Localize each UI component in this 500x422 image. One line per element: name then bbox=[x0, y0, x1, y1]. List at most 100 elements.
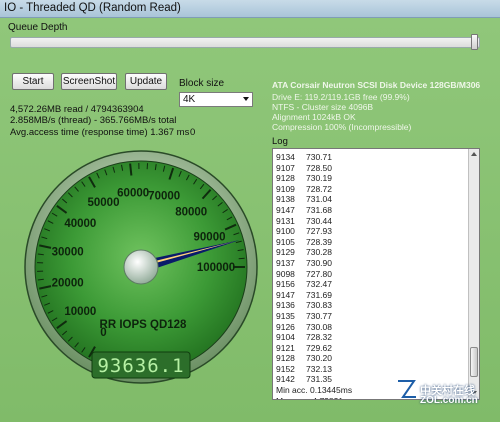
log-line-rate: 731.69 bbox=[306, 289, 332, 300]
zol-logo-icon bbox=[398, 379, 418, 399]
log-line-rate: 731.68 bbox=[306, 204, 332, 215]
drive-alignment: Alignment 1024kB OK bbox=[272, 112, 356, 122]
log-line-rate: 728.39 bbox=[306, 236, 332, 247]
log-line-rate: 730.20 bbox=[306, 353, 332, 364]
log-line-count: 9129 bbox=[276, 247, 295, 258]
log-line-count: 9100 bbox=[276, 226, 295, 237]
gauge-tick-label: 30000 bbox=[52, 246, 84, 258]
log-line: 9134 730.71 bbox=[276, 152, 466, 163]
gauge-tick-label: 40000 bbox=[64, 218, 96, 230]
title-bar: IO - Threaded QD (Random Read) bbox=[0, 0, 500, 18]
log-line-rate: 732.13 bbox=[306, 363, 332, 374]
drive-name: ATA Corsair Neutron SCSI Disk Device 128… bbox=[272, 80, 481, 90]
log-line: 9104 728.32 bbox=[276, 332, 466, 343]
gauge-tick-label: 90000 bbox=[194, 231, 226, 243]
gauge-hub bbox=[123, 249, 159, 285]
log-line-rate: 730.08 bbox=[306, 321, 332, 332]
gauge-tick-label: 20000 bbox=[52, 278, 84, 290]
log-line-count: 9128 bbox=[276, 353, 295, 364]
queue-depth-label: Queue Depth bbox=[8, 22, 68, 33]
log-line-count: 9131 bbox=[276, 215, 295, 226]
update-button[interactable]: Update bbox=[125, 73, 167, 90]
log-line: 9137 730.90 bbox=[276, 258, 466, 269]
log-line-rate: 729.62 bbox=[306, 342, 332, 353]
log-line-count: 9137 bbox=[276, 257, 295, 268]
log-line: 9100 727.93 bbox=[276, 226, 466, 237]
log-scrollbar[interactable] bbox=[468, 149, 479, 399]
log-line-rate: 730.19 bbox=[306, 173, 332, 184]
log-line-count: 9156 bbox=[276, 279, 295, 290]
log-line-count: 9134 bbox=[276, 152, 295, 162]
log-line: 9107 728.50 bbox=[276, 163, 466, 174]
log-line: 9147 731.69 bbox=[276, 290, 466, 301]
drive-free: Drive E: 119.2/119.1GB free (99.9%) bbox=[272, 92, 410, 102]
log-line-count: 9104 bbox=[276, 332, 295, 343]
log-line-rate: 727.93 bbox=[306, 226, 332, 237]
log-line-count: 9126 bbox=[276, 321, 295, 332]
log-line: 9105 728.39 bbox=[276, 237, 466, 248]
log-line: 9121 729.62 bbox=[276, 343, 466, 354]
log-line: 9135 730.77 bbox=[276, 311, 466, 322]
log-line: 9109 728.72 bbox=[276, 184, 466, 195]
iops-gauge: 0100002000030000400005000060000 700008000… bbox=[24, 150, 258, 384]
log-line-count: 9152 bbox=[276, 363, 295, 374]
log-line-count: 9098 bbox=[276, 268, 295, 279]
gauge-tick-label: 100000 bbox=[197, 262, 235, 274]
block-size-label: Block size bbox=[179, 78, 225, 89]
log-line: 9131 730.44 bbox=[276, 216, 466, 227]
log-scroll-thumb[interactable] bbox=[470, 347, 478, 377]
log-line-rate: 731.35 bbox=[306, 374, 332, 385]
log-line: 9126 730.08 bbox=[276, 322, 466, 333]
gauge-label: RR IOPS QD128 bbox=[100, 319, 188, 331]
queue-depth-slider[interactable] bbox=[10, 37, 480, 48]
read-stat: 4,572.26MB read / 4794363904 bbox=[10, 104, 144, 115]
log-line-rate: 730.90 bbox=[306, 257, 332, 268]
log-line: 9138 731.04 bbox=[276, 194, 466, 205]
log-line-count: 9105 bbox=[276, 236, 295, 247]
gauge-tick-label: 10000 bbox=[64, 306, 96, 318]
log-line-count: 9138 bbox=[276, 194, 295, 205]
log-line-count: 9107 bbox=[276, 162, 295, 173]
gauge-readout: 93636.1 bbox=[97, 355, 184, 377]
log-line-rate: 727.80 bbox=[306, 268, 332, 279]
log-line-count: 9142 bbox=[276, 374, 295, 385]
log-line: 9098 727.80 bbox=[276, 269, 466, 280]
gauge-tick-label: 80000 bbox=[175, 206, 207, 218]
log-line-rate: 732.47 bbox=[306, 279, 332, 290]
drive-cluster: NTFS - Cluster size 4096B bbox=[272, 102, 374, 112]
log-line: 9147 731.68 bbox=[276, 205, 466, 216]
chevron-down-icon bbox=[243, 97, 249, 101]
log-line-rate: 730.77 bbox=[306, 310, 332, 321]
log-lines: 9134 730.71 9107 728.50 9128 730.19 9109 728.72… bbox=[276, 152, 466, 399]
log-label: Log bbox=[272, 136, 288, 147]
block-size-select[interactable]: 4K bbox=[179, 92, 253, 107]
log-line-count: 9135 bbox=[276, 310, 295, 321]
log-line-rate: 728.50 bbox=[306, 162, 332, 173]
log-line-count: 9147 bbox=[276, 289, 295, 300]
log-line-rate: 728.32 bbox=[306, 332, 332, 343]
log-textbox[interactable]: 9134 730.71 9107 728.50 9128 730.19 9109 728.72… bbox=[272, 148, 480, 400]
log-line: 9128 730.19 bbox=[276, 173, 466, 184]
gauge-tick-label: 70000 bbox=[148, 191, 180, 203]
log-line-rate: 730.83 bbox=[306, 300, 332, 311]
log-line-count: 9136 bbox=[276, 300, 295, 311]
scroll-up-icon[interactable] bbox=[471, 152, 477, 156]
log-line-rate: 728.72 bbox=[306, 183, 332, 194]
log-line: 9136 730.83 bbox=[276, 300, 466, 311]
log-line-count: 9147 bbox=[276, 204, 295, 215]
log-line-rate: 731.04 bbox=[306, 194, 332, 205]
window-title: IO - Threaded QD (Random Read) bbox=[4, 2, 181, 14]
throughput-stat: 2.858MB/s (thread) - 365.766MB/s total bbox=[10, 115, 177, 126]
block-size-value: 4K bbox=[183, 94, 196, 105]
log-line: 9156 732.47 bbox=[276, 279, 466, 290]
start-button[interactable]: Start bbox=[12, 73, 54, 90]
screenshot-button[interactable]: ScreenShot bbox=[61, 73, 117, 90]
log-line: 9129 730.28 bbox=[276, 247, 466, 258]
watermark-en: ZOL.com.cn bbox=[420, 395, 478, 406]
log-line: 9128 730.20 bbox=[276, 353, 466, 364]
log-line-rate: 730.71 bbox=[306, 152, 332, 162]
log-line-count: 9121 bbox=[276, 342, 295, 353]
gauge-tick-label: 60000 bbox=[117, 187, 149, 199]
log-line-rate: 730.28 bbox=[306, 247, 332, 258]
queue-depth-slider-thumb[interactable] bbox=[471, 34, 478, 50]
